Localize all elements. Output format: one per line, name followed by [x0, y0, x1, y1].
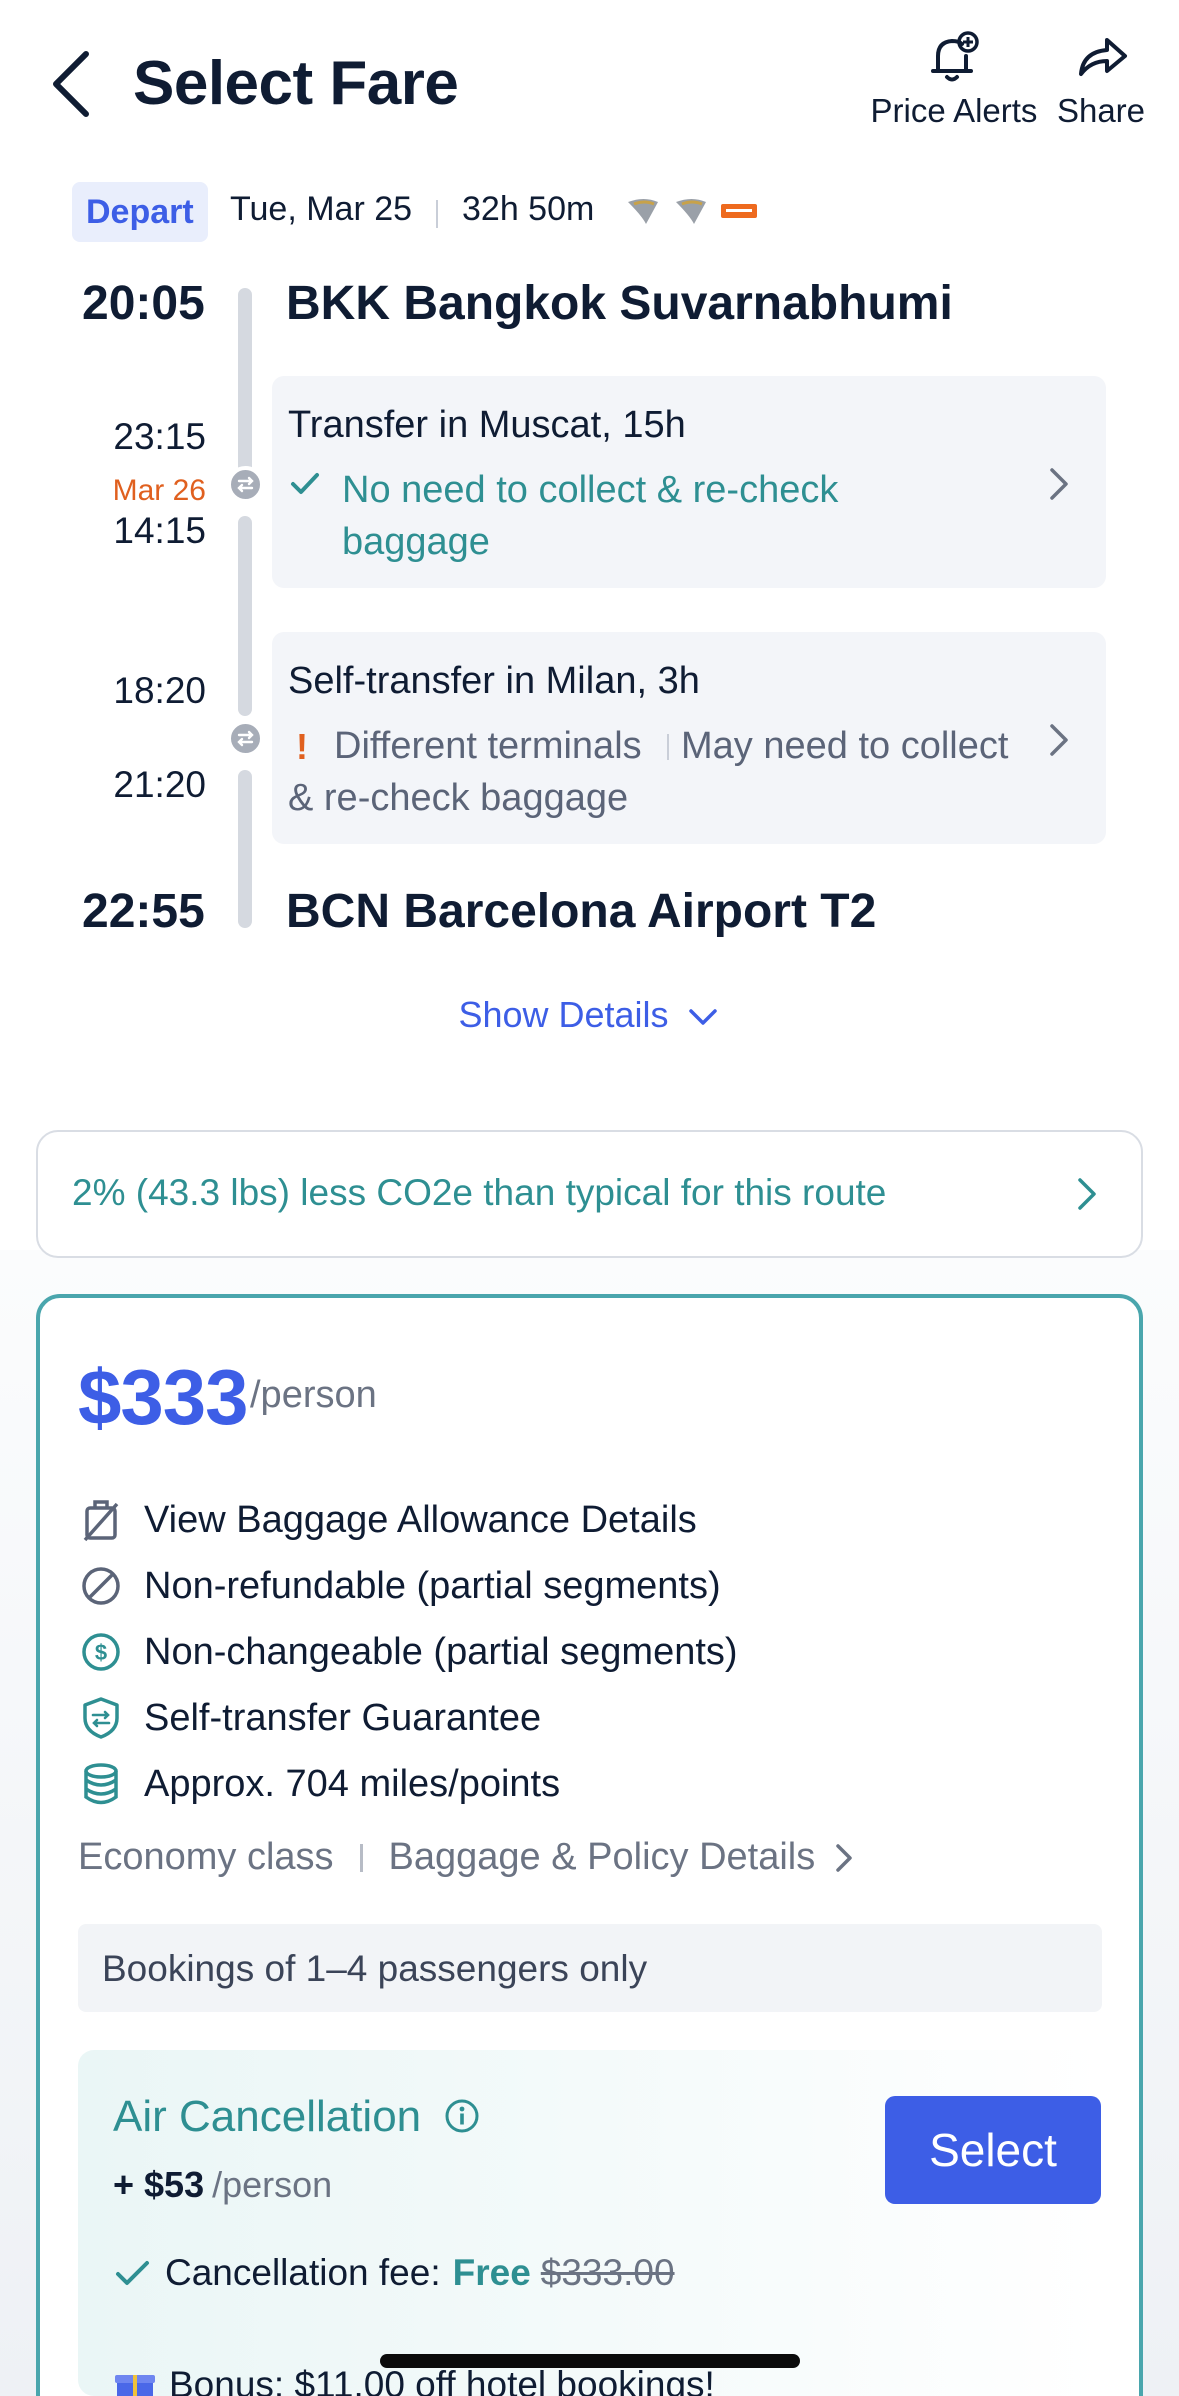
fee-label: Cancellation fee:	[165, 2252, 441, 2293]
divider	[667, 734, 669, 760]
home-indicator	[380, 2354, 800, 2368]
next-day-label: Mar 26	[112, 474, 206, 507]
departure-time: 20:05	[82, 277, 205, 330]
price-alerts-button[interactable]: Price Alerts	[868, 30, 1040, 130]
transfer1-depart-time: 14:15	[113, 510, 206, 551]
class-policy-row[interactable]: Economy class Baggage & Policy Details	[78, 1836, 859, 1879]
depart-chip: Depart	[72, 182, 208, 242]
transfer1-note: No need to collect & re-check baggage	[342, 469, 839, 563]
baggage-icon	[78, 1497, 124, 1543]
airline-logo-icon	[676, 199, 706, 224]
transfer2-warning-terminals: Different terminals	[334, 725, 642, 767]
bonus-text: Bonus: $11.00 off hotel bookings!	[169, 2364, 715, 2396]
share-label: Share	[1056, 92, 1146, 129]
addon-price: + $53	[113, 2164, 205, 2205]
show-details-link[interactable]: Show Details	[0, 994, 1179, 1036]
chevron-right-icon[interactable]	[1046, 720, 1072, 765]
divider	[436, 200, 438, 228]
timeline-segment	[238, 288, 252, 478]
check-icon	[288, 466, 322, 505]
airline-logos	[624, 196, 758, 226]
shield-icon	[78, 1695, 124, 1741]
arrival-time: 22:55	[82, 885, 205, 938]
fare-price: $333	[78, 1353, 249, 1441]
divider	[359, 1843, 363, 1872]
gift-icon	[115, 2375, 155, 2396]
bell-plus-icon	[931, 31, 979, 82]
transfer2-title: Self-transfer in Milan, 3h	[288, 660, 700, 702]
transfer-icon	[227, 720, 264, 757]
addon-unit: /person	[212, 2164, 333, 2205]
depart-date: Tue, Mar 25	[230, 190, 413, 228]
chevron-right-icon[interactable]	[1074, 1174, 1100, 1219]
transfer-icon	[227, 466, 264, 503]
transfer2-arrive-time: 18:20	[113, 670, 206, 711]
share-icon	[1079, 38, 1127, 76]
miles-points-row: Approx. 704 miles/points	[78, 1756, 560, 1812]
airline-logo-icon	[721, 204, 757, 218]
transfer1-title: Transfer in Muscat, 15h	[288, 404, 686, 446]
page-title: Select Fare	[133, 49, 459, 118]
departure-airport: BKK Bangkok Suvarnabhumi	[286, 277, 953, 330]
transfer2-depart-time: 21:20	[113, 764, 206, 805]
bookings-note: Bookings of 1–4 passengers only	[102, 1948, 648, 1989]
baggage-allowance-row[interactable]: View Baggage Allowance Details	[78, 1492, 697, 1548]
transfer2-warning-recheck: May need to collect	[681, 725, 1009, 767]
trip-duration: 32h 50m	[462, 190, 595, 228]
chevron-right-icon	[836, 1843, 852, 1872]
chevron-down-icon	[688, 1009, 717, 1026]
timeline-segment	[238, 770, 252, 928]
svg-text:$: $	[95, 1640, 107, 1665]
timeline-segment	[238, 516, 252, 716]
cancellation-fee-row: Cancellation fee: Free $333.00	[113, 2252, 675, 2294]
prohibited-icon	[78, 1563, 124, 1609]
fee-original: $333.00	[540, 2252, 675, 2293]
transfer2-warning-recheck-cont: & re-check baggage	[288, 777, 629, 819]
feature-label: View Baggage Allowance Details	[144, 1498, 697, 1541]
fee-value: Free	[452, 2252, 531, 2293]
feature-label: Non-changeable (partial segments)	[144, 1630, 738, 1673]
info-icon[interactable]	[443, 2097, 481, 2135]
feature-label: Approx. 704 miles/points	[144, 1762, 561, 1805]
addon-title-row: Air Cancellation	[113, 2092, 481, 2142]
refund-policy-row: Non-refundable (partial segments)	[78, 1558, 721, 1614]
feature-label: Non-refundable (partial segments)	[144, 1564, 721, 1607]
price-alerts-label: Price Alerts	[870, 92, 1038, 129]
per-person-label: /person	[250, 1374, 377, 1416]
airline-logo-icon	[628, 199, 658, 224]
co2-text: 2% (43.3 lbs) less CO2e than typical for…	[72, 1172, 887, 1213]
share-button[interactable]: Share	[1052, 30, 1150, 130]
cabin-class: Economy class	[78, 1836, 334, 1878]
back-icon[interactable]	[44, 44, 104, 124]
warning-icon: !	[296, 726, 308, 767]
addon-title: Air Cancellation	[113, 2092, 422, 2141]
addon-price-row: + $53/person	[113, 2164, 332, 2206]
check-icon	[116, 2261, 149, 2285]
chevron-right-icon[interactable]	[1046, 464, 1072, 509]
self-transfer-guarantee-row: Self-transfer Guarantee	[78, 1690, 541, 1746]
change-policy-row: $ Non-changeable (partial segments)	[78, 1624, 738, 1680]
feature-label: Self-transfer Guarantee	[144, 1696, 542, 1739]
arrival-airport: BCN Barcelona Airport T2	[286, 885, 877, 938]
show-details-label: Show Details	[458, 994, 669, 1035]
select-addon-button[interactable]: Select	[885, 2096, 1101, 2204]
transfer1-arrive-time: 23:15	[113, 416, 206, 457]
coins-stack-icon	[78, 1761, 124, 1807]
bonus-row: Bonus: $11.00 off hotel bookings!	[113, 2364, 715, 2396]
dollar-circle-icon: $	[78, 1629, 124, 1675]
policy-details-link[interactable]: Baggage & Policy Details	[389, 1836, 816, 1879]
